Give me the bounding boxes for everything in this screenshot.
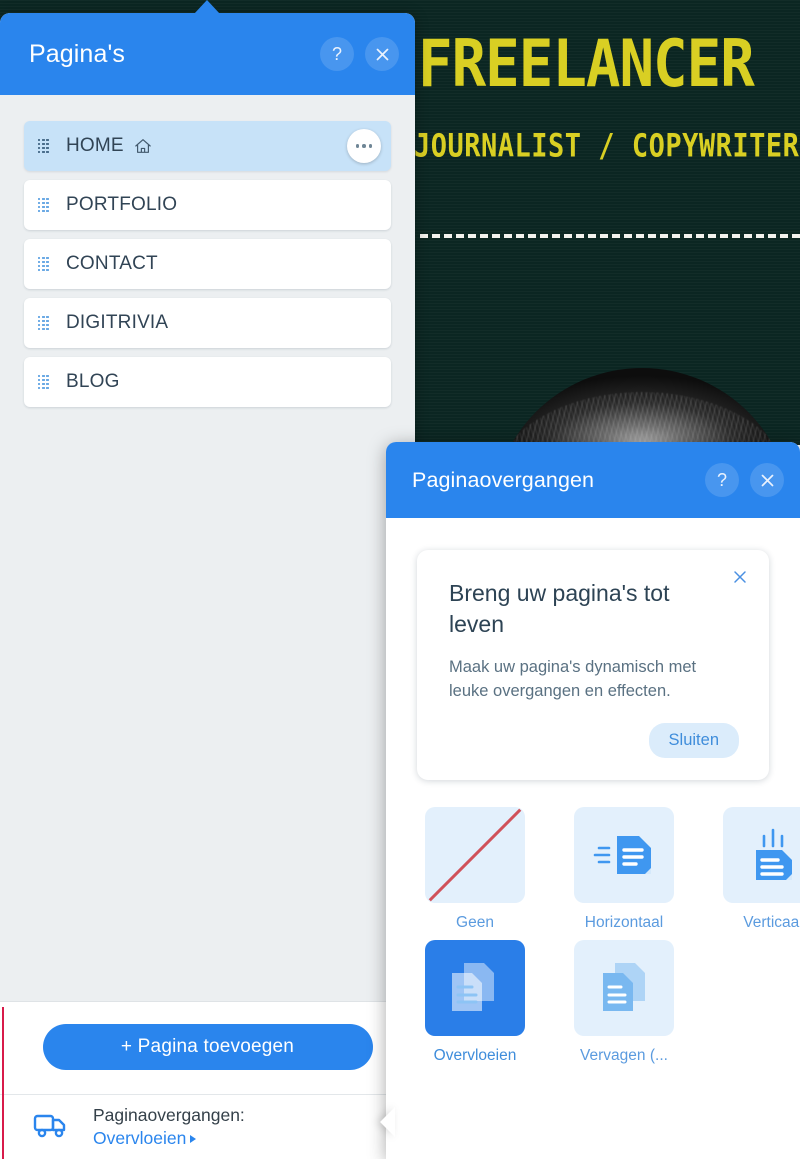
dot xyxy=(362,144,366,148)
transitions-panel: Paginaovergangen ? Breng uw pagina's tot… xyxy=(386,442,800,1159)
page-transitions-value[interactable]: Overvloeien xyxy=(93,1127,245,1150)
no-transition-icon xyxy=(428,808,522,902)
pages-list: HOME PORTFOLIO CONTACT DIGITRIVIA BLOG xyxy=(0,95,415,1002)
close-icon xyxy=(761,474,773,486)
page-transitions-label: Paginaovergangen: xyxy=(93,1104,245,1125)
transition-label: Horizontaal xyxy=(584,914,664,931)
transition-thumb xyxy=(574,940,674,1036)
transition-label: Vervagen (... xyxy=(580,1047,668,1064)
promo-title: Breng uw pagina's tot leven xyxy=(449,580,670,637)
help-button[interactable]: ? xyxy=(705,463,739,497)
close-button[interactable] xyxy=(750,463,784,497)
pages-panel-title: Pagina's xyxy=(29,39,125,68)
promo-dismiss-button[interactable]: Sluiten xyxy=(648,723,739,758)
page-row[interactable]: DIGITRIVIA xyxy=(24,298,391,348)
page-label: BLOG xyxy=(66,371,120,392)
fade-icon xyxy=(603,963,645,1011)
pages-panel-caret-icon xyxy=(194,0,220,14)
hero-title: FREELANCER xyxy=(418,25,755,102)
transition-option-overvloeien[interactable]: Overvloeien xyxy=(417,940,533,1065)
help-button[interactable]: ? xyxy=(320,37,354,71)
drag-handle-icon[interactable] xyxy=(38,315,49,331)
page-label: DIGITRIVIA xyxy=(66,312,169,333)
vertical-slide-icon xyxy=(756,828,792,880)
dot xyxy=(355,144,360,148)
page-row[interactable]: HOME xyxy=(24,121,391,171)
promo-body: Maak uw pagina's dynamisch met leuke ove… xyxy=(449,658,697,700)
page-row[interactable]: PORTFOLIO xyxy=(24,180,391,230)
question-mark-icon: ? xyxy=(331,43,342,64)
home-icon xyxy=(134,137,152,155)
page-label: PORTFOLIO xyxy=(66,194,178,215)
page-label: CONTACT xyxy=(66,253,158,274)
dot xyxy=(368,144,373,148)
chevron-right-icon xyxy=(190,1135,197,1143)
close-button[interactable] xyxy=(365,37,399,71)
left-red-edge-marker xyxy=(2,1007,4,1159)
transitions-panel-header: Paginaovergangen ? xyxy=(386,442,800,518)
promo-actions: Sluiten xyxy=(449,723,739,758)
promo-close-button[interactable] xyxy=(729,566,751,588)
drag-handle-icon[interactable] xyxy=(38,374,49,390)
transitions-panel-title: Paginaovergangen xyxy=(412,467,595,492)
page-row[interactable]: BLOG xyxy=(24,357,391,407)
transition-thumb xyxy=(425,940,525,1036)
transition-thumb xyxy=(574,807,674,903)
page-transitions-text: Paginaovergangen: Overvloeien xyxy=(93,1104,245,1150)
page-transitions-setting[interactable]: Paginaovergangen: Overvloeien xyxy=(0,1095,415,1159)
page-label: HOME xyxy=(66,135,124,156)
transitions-panel-caret-icon xyxy=(380,1107,395,1137)
page-row[interactable]: CONTACT xyxy=(24,239,391,289)
transition-thumb xyxy=(425,807,525,903)
horizontal-slide-icon xyxy=(593,836,651,874)
pages-panel: Pagina's ? HOME PORTFOLIO CONTACT DIGITR… xyxy=(0,13,415,1159)
transition-option-verticaal[interactable]: Verticaal xyxy=(715,807,800,932)
hero-subtitle: JOURNALIST / COPYWRITER xyxy=(414,128,800,165)
hero-dashed-divider xyxy=(420,234,800,238)
transition-option-vervagen[interactable]: Vervagen (... xyxy=(566,940,682,1065)
pages-panel-footer: + Pagina toevoegen Paginaovergangen: Ove… xyxy=(0,1001,415,1159)
transition-option-geen[interactable]: Geen xyxy=(417,807,533,932)
add-page-button[interactable]: + Pagina toevoegen xyxy=(42,1024,373,1070)
transition-thumb xyxy=(723,807,800,903)
promo-card: Breng uw pagina's tot leven Maak uw pagi… xyxy=(417,550,769,780)
pages-panel-header: Pagina's ? xyxy=(0,13,415,95)
transition-label: Geen xyxy=(456,914,494,931)
transitions-options-grid: Geen Horizontaal Verticaal Overvloeien V… xyxy=(386,780,800,1065)
close-icon xyxy=(734,571,746,583)
page-transitions-value-text: Overvloeien xyxy=(93,1128,187,1148)
crossfade-icon xyxy=(452,963,494,1011)
drag-handle-icon[interactable] xyxy=(38,197,49,213)
drag-handle-icon[interactable] xyxy=(38,138,49,154)
transition-label: Overvloeien xyxy=(433,1047,517,1064)
question-mark-icon: ? xyxy=(716,469,727,490)
page-options-button[interactable] xyxy=(347,129,381,163)
transition-label: Verticaal xyxy=(743,914,800,931)
transition-option-horizontaal[interactable]: Horizontaal xyxy=(566,807,682,932)
drag-handle-icon[interactable] xyxy=(38,256,49,272)
screen-root: FREELANCER JOURNALIST / COPYWRITER Pagin… xyxy=(0,0,800,1159)
close-icon xyxy=(376,48,388,60)
truck-icon xyxy=(33,1111,71,1144)
